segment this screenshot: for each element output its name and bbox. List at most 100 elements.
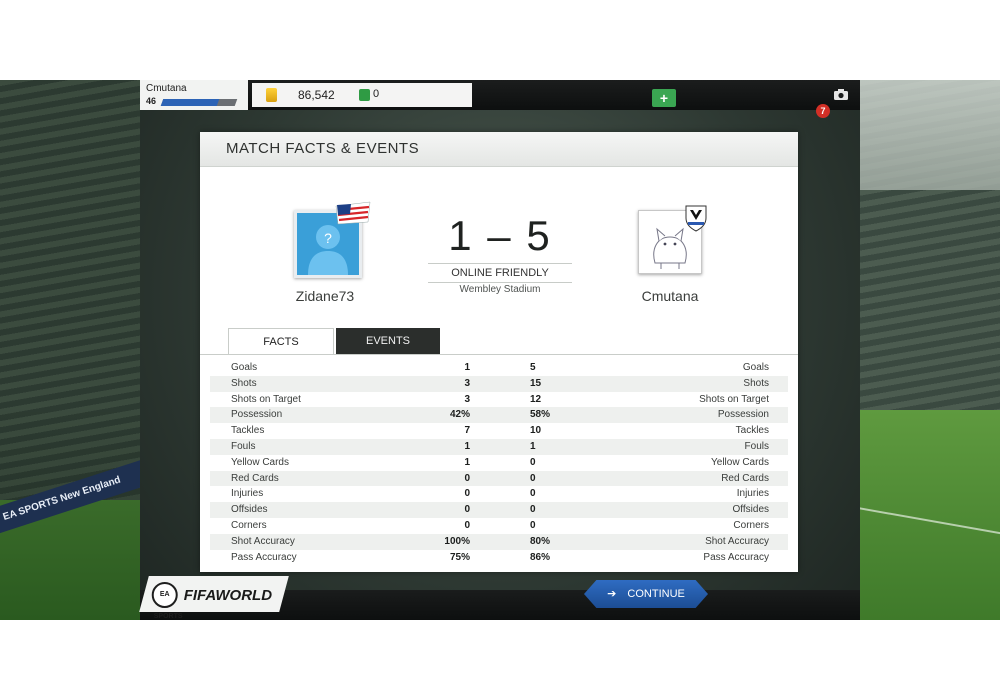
stat-label-home: Corners	[231, 519, 267, 531]
match-type: ONLINE FRIENDLY	[428, 263, 572, 283]
stat-label-away: Shots	[743, 377, 769, 389]
stat-label-home: Tackles	[231, 425, 265, 437]
home-team-name: Zidane73	[295, 288, 355, 304]
tab-events[interactable]: EVENTS	[336, 328, 440, 354]
stat-label-home: Injuries	[231, 488, 264, 500]
stat-row: Yellow Cards 1 0 Yellow Cards	[210, 455, 788, 471]
fifa-world-logo: FIFAWORLD	[183, 586, 273, 604]
stat-row: Possession 42% 58% Possession	[210, 407, 788, 424]
stat-row: Tackles 7 10 Tackles	[210, 423, 788, 439]
stat-value-home: 42%	[449, 409, 470, 421]
points-value: 0	[373, 88, 380, 100]
stat-row: Pass Accuracy 75% 86% Pass Accuracy	[210, 550, 788, 566]
xp-progress-bar	[160, 99, 238, 106]
stat-value-away: 0	[530, 456, 536, 468]
stadium-background-left: EA SPORTS New England	[0, 80, 140, 620]
home-club-logo-icon	[335, 201, 371, 225]
stat-label-home: Red Cards	[231, 472, 279, 484]
stat-label-away: Shots on Target	[699, 393, 769, 405]
stat-label-away: Corners	[733, 519, 769, 531]
ea-sports-logo: EA SPORTS	[151, 582, 183, 620]
stat-row: Shot Accuracy 100% 80% Shot Accuracy	[210, 533, 788, 550]
away-team-name: Cmutana	[641, 288, 699, 304]
stat-value-home: 1	[464, 456, 470, 468]
stat-label-home: Goals	[231, 362, 258, 373]
brand-logo: EA SPORTS FIFAWORLD	[139, 576, 289, 620]
points-icon	[359, 89, 370, 101]
stat-row: Red Cards 0 0 Red Cards	[210, 470, 788, 487]
coin-icon	[266, 88, 277, 102]
stat-label-home: Possession	[231, 409, 283, 421]
tab-facts[interactable]: FACTS	[228, 328, 334, 355]
stat-value-away: 0	[530, 488, 536, 500]
stat-label-home: Shot Accuracy	[231, 535, 295, 547]
add-points-button[interactable]: +	[652, 89, 676, 107]
stat-value-home: 7	[464, 425, 470, 437]
match-venue: Wembley Stadium	[459, 284, 541, 295]
stadium-background-right	[860, 80, 1000, 620]
coins-value: 86,542	[298, 88, 335, 102]
stat-row: Offsides 0 0 Offsides	[210, 502, 788, 518]
match-facts-panel: MATCH FACTS & EVENTS ? Zidane73 Cmutana …	[200, 132, 798, 572]
stat-label-away: Goals	[742, 362, 769, 373]
continue-button[interactable]: ➔ CONTINUE	[584, 580, 708, 608]
stat-value-home: 1	[464, 362, 470, 373]
stat-value-home: 3	[464, 393, 470, 405]
panel-title: MATCH FACTS & EVENTS	[226, 140, 420, 157]
tab-divider	[200, 354, 798, 355]
stat-row: Shots 3 15 Shots	[210, 375, 788, 392]
stat-label-away: Fouls	[744, 440, 769, 452]
arrow-right-icon: ➔	[607, 588, 617, 600]
continue-label: CONTINUE	[627, 588, 685, 600]
stat-value-home: 100%	[444, 535, 470, 547]
stat-value-home: 0	[464, 488, 470, 500]
stat-row: Shots on Target 3 12 Shots on Target	[210, 392, 788, 408]
user-profile[interactable]: Cmutana 46	[140, 80, 248, 110]
points-display: 0 +	[346, 83, 676, 107]
stadium-roof	[860, 80, 1000, 190]
stat-value-home: 0	[464, 519, 470, 531]
top-bar: Cmutana 46 86,542 0 + 7	[140, 80, 860, 118]
stat-value-away: 0	[530, 519, 536, 531]
stat-row: Corners 0 0 Corners	[210, 518, 788, 534]
stat-label-home: Yellow Cards	[231, 456, 289, 468]
stat-label-away: Offsides	[732, 504, 770, 516]
panel-header: MATCH FACTS & EVENTS	[200, 132, 798, 167]
pitch-grass	[860, 410, 1000, 620]
stat-value-home: 75%	[449, 551, 470, 563]
stat-label-home: Pass Accuracy	[231, 551, 297, 563]
stat-label-home: Shots on Target	[231, 393, 301, 405]
stat-row: Injuries 0 0 Injuries	[210, 486, 788, 502]
camera-icon[interactable]	[834, 88, 848, 100]
notification-badge[interactable]: 7	[816, 104, 830, 118]
away-club-crest-icon	[685, 205, 707, 232]
stat-label-away: Injuries	[736, 488, 769, 500]
stat-label-away: Yellow Cards	[711, 456, 769, 468]
coins-display: 86,542	[252, 83, 346, 107]
stat-value-away: 5	[530, 362, 536, 373]
stat-value-home: 1	[464, 440, 470, 452]
stat-value-home: 3	[464, 377, 470, 389]
stat-value-away: 15	[530, 377, 542, 389]
stat-value-home: 0	[464, 504, 470, 516]
stat-value-away: 58%	[530, 409, 551, 421]
stat-value-away: 1	[530, 440, 536, 452]
stat-label-away: Possession	[717, 409, 769, 421]
match-score: 1 – 5	[448, 212, 552, 259]
stat-value-away: 10	[530, 425, 542, 437]
stat-value-away: 80%	[530, 535, 551, 547]
stat-value-away: 86%	[530, 551, 551, 563]
match-stats-table: Goals 1 5 Goals Shots 3 15 Shots Shots on Target…	[210, 360, 788, 565]
game-frame: Cmutana 46 86,542 0 + 7 MATCH FACTS & EV…	[139, 80, 860, 620]
user-level: 46	[146, 96, 157, 106]
username: Cmutana	[146, 83, 187, 94]
stat-label-away: Red Cards	[721, 472, 769, 484]
stat-value-away: 0	[530, 472, 536, 484]
stat-label-away: Pass Accuracy	[703, 551, 769, 563]
xp-progress-fill	[160, 99, 220, 106]
stat-label-home: Fouls	[231, 440, 256, 452]
stat-label-home: Offsides	[231, 504, 268, 516]
stat-value-away: 0	[530, 504, 536, 516]
stat-row: Goals 1 5 Goals	[210, 360, 788, 376]
stat-row: Fouls 1 1 Fouls	[210, 438, 788, 455]
